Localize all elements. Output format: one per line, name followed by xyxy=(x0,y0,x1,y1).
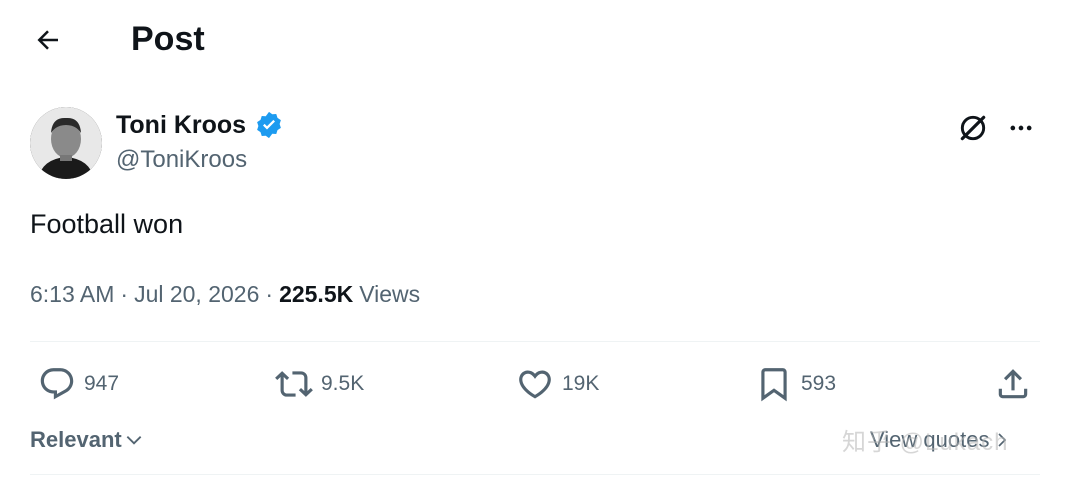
chevron-down-icon xyxy=(126,436,142,445)
like-button[interactable]: 19K xyxy=(516,364,599,404)
back-button[interactable] xyxy=(28,20,68,60)
reply-icon xyxy=(40,368,74,400)
repost-icon xyxy=(275,371,313,397)
author-name-row: Toni Kroos xyxy=(116,108,284,142)
watermark: 知乎 @Lukach xyxy=(842,429,1009,456)
reply-count: 947 xyxy=(84,372,120,395)
meta-separator: · xyxy=(120,281,129,307)
divider xyxy=(30,474,1040,475)
grok-button[interactable] xyxy=(955,110,991,146)
bookmark-icon xyxy=(761,368,787,402)
views-count: 225.5K xyxy=(279,281,354,307)
heart-icon xyxy=(519,370,551,399)
more-icon xyxy=(1010,125,1032,131)
repost-button[interactable]: 9.5K xyxy=(275,364,364,404)
bookmark-button[interactable]: 593 xyxy=(755,364,836,404)
verified-badge-icon[interactable] xyxy=(254,110,284,140)
bookmark-count: 593 xyxy=(801,372,837,395)
tweet-date[interactable]: Jul 20, 2026 xyxy=(134,278,259,310)
reply-button[interactable]: 947 xyxy=(38,364,119,404)
sort-label: Relevant xyxy=(30,427,122,452)
tweet-text: Football won xyxy=(30,209,184,239)
meta-separator: · xyxy=(265,281,274,307)
tweet-time[interactable]: 6:13 AM xyxy=(30,278,114,310)
page-title: Post xyxy=(131,20,205,58)
sort-replies-dropdown[interactable]: Relevant xyxy=(30,425,144,455)
grok-icon xyxy=(960,115,986,141)
share-button[interactable] xyxy=(994,364,1032,404)
views-label: Views xyxy=(359,281,421,307)
share-icon xyxy=(998,369,1028,399)
repost-count: 9.5K xyxy=(321,372,365,395)
avatar[interactable] xyxy=(30,107,102,179)
like-count: 19K xyxy=(562,372,600,395)
author-name[interactable]: Toni Kroos xyxy=(116,108,246,142)
more-options-button[interactable] xyxy=(1003,110,1039,146)
divider xyxy=(30,341,1040,342)
arrow-left-icon xyxy=(37,30,58,50)
tweet-meta: 6:13 AM · Jul 20, 2026 · 225.5K Views xyxy=(30,278,420,310)
author-handle[interactable]: @ToniKroos xyxy=(116,144,247,176)
